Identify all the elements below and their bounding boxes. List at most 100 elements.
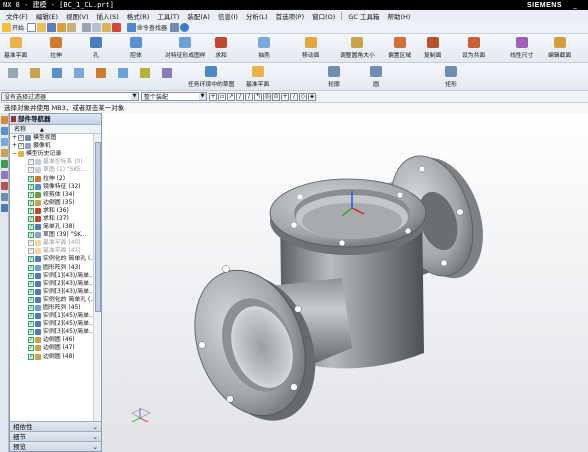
checkbox-icon[interactable]: ✓	[28, 215, 34, 222]
start-button[interactable]: 开始	[2, 22, 24, 32]
snap-point-icon[interactable]: /	[236, 92, 244, 101]
snap-point-icon[interactable]: /	[290, 92, 298, 101]
feature-tree-node[interactable]: ✓ 简单孔 (38)	[10, 223, 94, 231]
checkbox-icon[interactable]: ✓	[28, 280, 34, 287]
checkbox-icon[interactable]: ✓	[28, 183, 34, 190]
checkbox-icon[interactable]: ✓	[28, 272, 34, 279]
snap-point-icon[interactable]: +	[209, 92, 217, 101]
feature-tree-node[interactable]: ✓ 拉伸 (2)	[10, 174, 94, 182]
menu-item[interactable]: 分析(L)	[242, 11, 272, 21]
tree-node-cameras[interactable]: + ✓ 摄像机	[10, 142, 94, 150]
save-icon[interactable]	[47, 22, 57, 32]
sketch-command-button[interactable]: 圆	[370, 66, 382, 88]
constraint-navigator-icon[interactable]	[1, 138, 8, 146]
edit-tool-icon[interactable]	[52, 68, 62, 78]
redo-icon[interactable]	[67, 22, 77, 32]
scrollbar-thumb[interactable]	[95, 142, 101, 312]
checkbox-icon[interactable]: ✓	[28, 232, 34, 239]
feature-tree-node[interactable]: ✓ 实例[3](43)/简单...	[10, 288, 94, 296]
feature-tree-node[interactable]: ✓ 边倒圆 (46)	[10, 336, 94, 344]
help-icon[interactable]	[180, 22, 190, 32]
edit-tool-icon[interactable]	[118, 68, 128, 78]
sketch-command-button[interactable]: 矩形	[445, 66, 457, 88]
menu-item[interactable]: 工具(T)	[153, 11, 183, 21]
snap-point-icon[interactable]: ▫	[218, 92, 226, 101]
menu-item[interactable]: 视图(V)	[62, 11, 93, 21]
navigator-panel[interactable]: 预览 ⌄	[10, 441, 101, 451]
menu-item[interactable]: 插入(S)	[93, 11, 123, 21]
feature-tree-node[interactable]: ✓ 实例化的 简单孔 (...	[10, 255, 94, 263]
menu-item[interactable]: 文件(F)	[2, 11, 32, 21]
undo-icon[interactable]	[57, 22, 67, 32]
checkbox-icon[interactable]: ✓	[28, 191, 34, 198]
menu-item[interactable]: 信息(I)	[214, 11, 242, 21]
menu-item[interactable]: 编辑(E)	[32, 11, 62, 21]
tree-node-model-history[interactable]: − 模型历史记录	[10, 150, 94, 158]
menu-item[interactable]: 窗口(O)	[308, 11, 339, 21]
feature-command-button[interactable]: 移动面	[302, 37, 319, 59]
navigator-panel[interactable]: 相依性 ⌄	[10, 421, 101, 431]
checkbox-icon[interactable]: ✓	[28, 256, 34, 263]
edit-tool-icon[interactable]	[8, 68, 18, 78]
feature-tree-node[interactable]: ✓ 基准坐标系 (0)	[10, 158, 94, 166]
assembly-navigator-icon[interactable]	[1, 127, 8, 135]
system-materials-icon[interactable]	[1, 182, 8, 190]
edit-tool-icon[interactable]	[162, 68, 172, 78]
menu-item[interactable]: 格式(R)	[123, 11, 154, 21]
vertical-scrollbar[interactable]	[93, 134, 101, 423]
checkbox-icon[interactable]: ✓	[28, 224, 34, 231]
edit-tool-icon[interactable]	[74, 68, 84, 78]
edit-tool-icon[interactable]	[140, 68, 150, 78]
feature-tree-node[interactable]: ✓ 求和 (36)	[10, 207, 94, 215]
snap-point-icon[interactable]: ↗	[227, 92, 235, 101]
snap-point-icon[interactable]: ⊙	[272, 92, 280, 101]
checkbox-icon[interactable]: ✓	[28, 305, 34, 312]
snap-point-icon[interactable]: ◈	[308, 92, 316, 101]
feature-command-button[interactable]: 编辑截面	[548, 37, 571, 59]
feature-command-button[interactable]: 拉伸	[50, 37, 62, 59]
feature-tree-node[interactable]: ✓ 基准平面 (41)	[10, 247, 94, 255]
checkbox-icon[interactable]: ✓	[28, 288, 34, 295]
feature-command-button[interactable]: 腔体	[130, 37, 142, 59]
checkbox-icon[interactable]: ✓	[28, 248, 34, 255]
checkbox-icon[interactable]: ✓	[28, 240, 34, 247]
checkbox-icon[interactable]: ✓	[28, 321, 34, 328]
menu-item[interactable]: GC 工具箱	[344, 11, 383, 21]
part-navigator-tab-icon[interactable]	[1, 116, 8, 124]
checkbox-icon[interactable]: ✓	[28, 199, 34, 206]
feature-tree-node[interactable]: ✓ 边倒圆 (35)	[10, 199, 94, 207]
checkbox-icon[interactable]: ✓	[18, 135, 24, 142]
column-header-name[interactable]: 名称 ▲	[10, 125, 101, 134]
sketch-command-button[interactable]: 任务环境中的草图	[188, 66, 234, 88]
checkbox-icon[interactable]: ✓	[28, 264, 34, 271]
flanged-tee-model[interactable]	[102, 113, 588, 452]
feature-tree-node[interactable]: ✓ 求和 (37)	[10, 215, 94, 223]
checkbox-icon[interactable]: ✓	[28, 167, 34, 174]
tree-node-model-views[interactable]: + ✓ 模型视图	[10, 134, 94, 142]
new-icon[interactable]	[27, 22, 37, 32]
checkbox-icon[interactable]: ✓	[28, 345, 34, 352]
reuse-library-icon[interactable]	[1, 149, 8, 157]
copy-icon[interactable]	[92, 22, 102, 32]
feature-tree-node[interactable]: ✓ 边倒圆 (47)	[10, 344, 94, 352]
feature-command-button[interactable]: 求和	[215, 37, 227, 59]
delete-icon[interactable]	[112, 22, 122, 32]
sketch-command-button[interactable]: 基准平面	[246, 66, 269, 88]
feature-tree-node[interactable]: ✓ 镜像特征 (32)	[10, 183, 94, 191]
feature-command-button[interactable]: 调整圆角大小	[340, 37, 375, 59]
command-finder[interactable]: 命令查找器	[127, 22, 167, 32]
feature-command-button[interactable]: 对特征形成图样	[165, 37, 206, 59]
history-icon[interactable]	[1, 171, 8, 179]
feature-command-button[interactable]: 线性尺寸	[510, 37, 533, 59]
process-studio-icon[interactable]	[1, 193, 8, 201]
window-icon[interactable]	[170, 22, 180, 32]
feature-tree-node[interactable]: ✓ 圆形阵列 (43)	[10, 264, 94, 272]
checkbox-icon[interactable]: ✓	[28, 337, 34, 344]
feature-command-button[interactable]: 复制面	[424, 37, 441, 59]
snap-point-icon[interactable]: /	[245, 92, 253, 101]
feature-command-button[interactable]: 孔	[90, 37, 102, 59]
snap-point-icon[interactable]: ◎	[263, 92, 271, 101]
graphics-window[interactable]	[102, 113, 588, 452]
checkbox-icon[interactable]: ✓	[18, 143, 24, 150]
menu-item[interactable]: 首选项(P)	[272, 11, 309, 21]
